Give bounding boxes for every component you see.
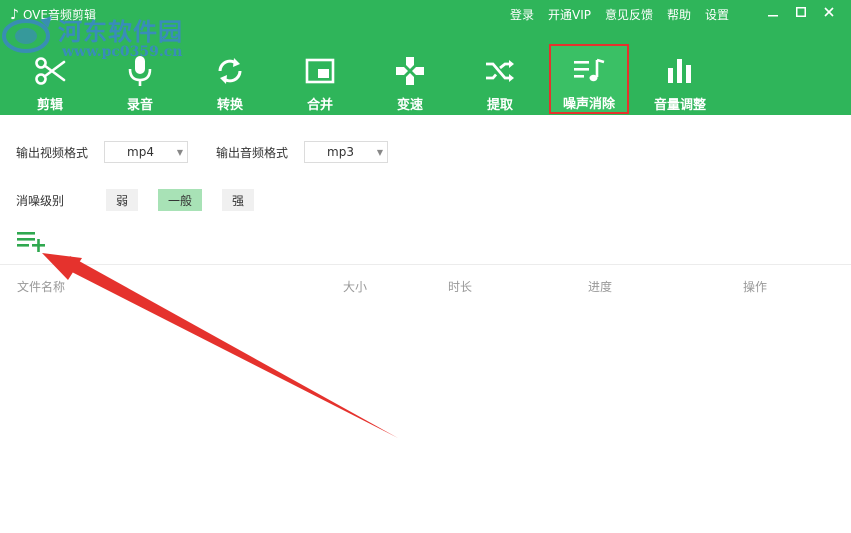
column-file-name: 文件名称	[17, 280, 66, 294]
tool-extract[interactable]: 提取	[460, 46, 540, 114]
level-normal-button[interactable]: 一般	[158, 189, 203, 211]
music-note-icon: ♪	[10, 6, 19, 23]
chevron-down-icon: ▼	[376, 148, 384, 157]
tool-convert[interactable]: 转换	[190, 46, 270, 114]
column-size: 大小	[343, 280, 368, 294]
extract-icon	[483, 54, 517, 88]
column-progress: 进度	[588, 280, 613, 294]
maximize-button[interactable]	[787, 2, 815, 22]
output-format-row: 输出视频格式 mp4 ▼ 输出音频格式 mp3 ▼	[16, 141, 389, 163]
audio-format-value: mp3	[327, 145, 354, 159]
tool-speed-label: 变速	[396, 98, 423, 113]
tool-merge-label: 合并	[306, 98, 333, 113]
login-link[interactable]: 登录	[510, 6, 534, 23]
minimize-icon	[768, 15, 778, 17]
add-file-button[interactable]	[16, 230, 48, 252]
app-header: ♪ OVE音频剪辑 登录 开通VIP 意见反馈 帮助 设置 河东软件园 www.…	[0, 0, 851, 115]
tool-noise-removal-label: 噪声消除	[562, 97, 615, 112]
tool-volume[interactable]: 音量调整	[640, 46, 720, 114]
tool-record[interactable]: 录音	[100, 46, 180, 114]
column-actions: 操作	[743, 280, 768, 294]
scissors-icon	[33, 54, 67, 88]
tool-convert-label: 转换	[216, 98, 243, 113]
tool-cut-label: 剪辑	[36, 98, 63, 113]
video-format-value: mp4	[127, 145, 154, 159]
tool-merge[interactable]: 合并	[280, 46, 360, 114]
tool-cut[interactable]: 剪辑	[10, 46, 90, 114]
video-format-label: 输出视频格式	[16, 145, 89, 160]
level-strong-button[interactable]: 强	[222, 189, 255, 211]
feedback-link[interactable]: 意见反馈	[605, 6, 653, 23]
app-title: ♪ OVE音频剪辑	[10, 6, 96, 23]
main-toolbar: 剪辑 录音 转换 合并 变速 提取 噪声消除 音量调整	[0, 42, 851, 115]
audio-format-label: 输出音频格式	[216, 145, 289, 160]
convert-icon	[213, 54, 247, 88]
audio-format-select[interactable]: mp3 ▼	[304, 141, 389, 163]
close-icon	[824, 7, 834, 17]
level-weak-button[interactable]: 弱	[106, 189, 139, 211]
maximize-icon	[796, 7, 806, 17]
tool-volume-label: 音量调整	[653, 98, 706, 113]
settings-link[interactable]: 设置	[705, 6, 729, 23]
noise-level-label: 消噪级别	[16, 193, 65, 208]
tool-noise-removal[interactable]: 噪声消除	[549, 44, 629, 114]
tool-extract-label: 提取	[486, 98, 513, 113]
tool-speed[interactable]: 变速	[370, 46, 450, 114]
top-links: 登录 开通VIP 意见反馈 帮助 设置	[510, 6, 743, 23]
tool-record-label: 录音	[126, 98, 153, 113]
merge-icon	[303, 54, 337, 88]
noise-removal-icon	[572, 54, 606, 87]
speed-icon	[393, 54, 427, 88]
vip-link[interactable]: 开通VIP	[548, 6, 591, 23]
noise-level-row: 消噪级别 弱 一般 强	[16, 189, 255, 211]
volume-bars-icon	[663, 54, 697, 88]
minimize-button[interactable]	[759, 2, 787, 22]
column-duration: 时长	[448, 280, 473, 294]
app-title-text: OVE音频剪辑	[22, 8, 96, 22]
window-controls	[759, 2, 843, 22]
add-list-icon	[17, 232, 45, 252]
chevron-down-icon: ▼	[176, 148, 184, 157]
help-link[interactable]: 帮助	[667, 6, 691, 23]
microphone-icon	[123, 54, 157, 88]
table-divider	[0, 264, 851, 265]
video-format-select[interactable]: mp4 ▼	[104, 141, 189, 163]
title-bar: ♪ OVE音频剪辑 登录 开通VIP 意见反馈 帮助 设置	[0, 0, 851, 28]
close-button[interactable]	[815, 2, 843, 22]
